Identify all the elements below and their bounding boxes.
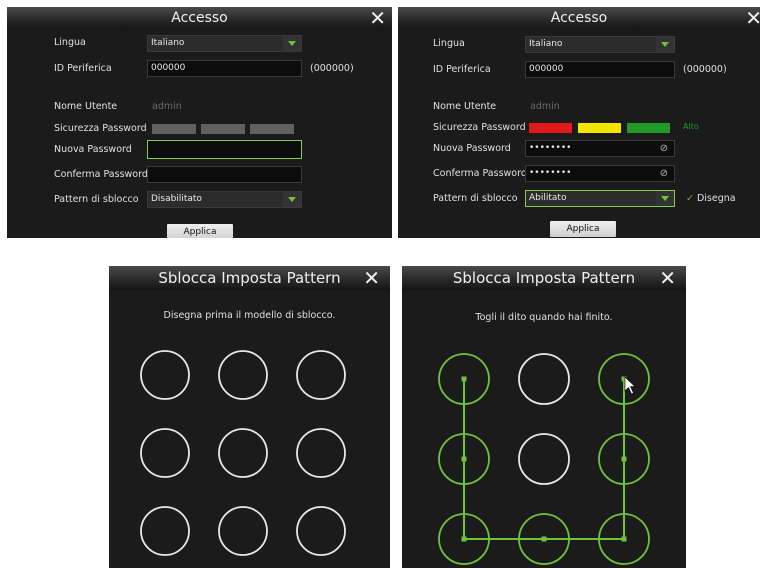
- chevron-down-icon: [283, 192, 301, 207]
- pattern-node-1[interactable]: [140, 350, 190, 400]
- confirm-password-value: ••••••••: [529, 168, 572, 178]
- login-panel-b: Accesso ✕ Lingua Italiano ID Periferica …: [398, 7, 760, 238]
- language-select[interactable]: Italiano: [147, 35, 302, 52]
- pattern-node-dot-6: [621, 456, 627, 462]
- pattern-grid[interactable]: [402, 266, 686, 568]
- strength-bar-1: [152, 124, 196, 134]
- pattern-node-3[interactable]: [296, 350, 346, 400]
- password-strength-label: Sicurezza Password: [54, 123, 147, 134]
- language-select-value: Italiano: [529, 39, 563, 49]
- chevron-down-icon: [656, 191, 674, 206]
- strength-bar-3: [250, 124, 294, 134]
- language-label: Lingua: [54, 37, 86, 48]
- login-panel-a: Accesso ✕ Lingua Italiano ID Periferica …: [7, 7, 392, 238]
- language-select[interactable]: Italiano: [525, 36, 675, 53]
- strength-bar-2: [201, 124, 245, 134]
- pattern-node-dot-9: [621, 536, 627, 542]
- pattern-node-8[interactable]: [218, 506, 268, 556]
- device-id-hint: (000000): [683, 64, 727, 75]
- username-value: admin: [152, 101, 182, 112]
- username-label: Nome Utente: [54, 101, 118, 112]
- pattern-path-line: [463, 379, 625, 540]
- username-label: Nome Utente: [433, 101, 497, 112]
- apply-button[interactable]: Applica: [550, 221, 616, 237]
- dialog-title: Accesso: [171, 10, 228, 26]
- pattern-node-dot-1: [461, 376, 467, 382]
- pattern-panel-b: Sblocca Imposta Pattern ✕ Togli il dito …: [402, 266, 686, 568]
- new-password-label: Nuova Password: [54, 144, 132, 155]
- pattern-node-dot-8: [541, 536, 547, 542]
- pattern-node-6[interactable]: [296, 428, 346, 478]
- language-label: Lingua: [433, 38, 465, 49]
- device-id-label: ID Periferica: [433, 64, 491, 75]
- device-id-value: 000000: [529, 64, 564, 74]
- unlock-pattern-value: Abilitato: [529, 193, 567, 203]
- strength-bar-2: [578, 123, 621, 133]
- new-password-value: ••••••••: [529, 143, 572, 153]
- pattern-node-2[interactable]: [218, 350, 268, 400]
- unlock-pattern-select[interactable]: Abilitato: [525, 190, 675, 207]
- device-id-label: ID Periferica: [54, 63, 112, 74]
- pattern-panel-a: Sblocca Imposta Pattern ✕ Disegna prima …: [109, 266, 390, 568]
- unlock-pattern-label: Pattern di sblocco: [54, 194, 139, 205]
- confirm-password-field[interactable]: [147, 166, 302, 183]
- chevron-down-icon: [283, 36, 301, 51]
- pattern-node-5[interactable]: [518, 433, 570, 485]
- device-id-value: 000000: [151, 63, 186, 73]
- draw-checkbox[interactable]: ✓ Disegna: [686, 193, 736, 204]
- confirm-password-label: Conferma Password: [54, 169, 148, 180]
- unlock-pattern-value: Disabilitato: [151, 194, 202, 204]
- strength-bar-3: [627, 123, 670, 133]
- confirm-password-field[interactable]: •••••••• ⊘: [525, 165, 675, 182]
- confirm-password-label: Conferma Password: [433, 168, 527, 179]
- draw-label: Disegna: [696, 193, 736, 204]
- password-strength-label: Sicurezza Password: [433, 122, 526, 133]
- mouse-cursor-icon: [624, 376, 636, 395]
- pattern-node-2[interactable]: [518, 353, 570, 405]
- pattern-node-dot-7: [461, 536, 467, 542]
- hidden-eye-icon[interactable]: ⊘: [660, 166, 668, 181]
- strength-level-text: Alto: [683, 122, 699, 131]
- checkmark-icon: ✓: [686, 193, 694, 204]
- pattern-grid[interactable]: [109, 266, 390, 568]
- device-id-hint: (000000): [310, 63, 354, 74]
- device-id-field[interactable]: 000000: [525, 61, 675, 78]
- pattern-node-5[interactable]: [218, 428, 268, 478]
- pattern-node-9[interactable]: [296, 506, 346, 556]
- unlock-pattern-select[interactable]: Disabilitato: [147, 191, 302, 208]
- pattern-node-dot-4: [461, 456, 467, 462]
- dialog-title: Accesso: [550, 10, 608, 26]
- dialog-title-bar: Accesso ✕: [398, 7, 760, 29]
- hidden-eye-icon[interactable]: ⊘: [660, 141, 668, 156]
- device-id-field[interactable]: 000000: [147, 60, 302, 77]
- apply-button[interactable]: Applica: [167, 224, 233, 238]
- new-password-field[interactable]: •••••••• ⊘: [525, 140, 675, 157]
- dialog-title-bar: Accesso ✕: [7, 7, 392, 29]
- close-icon[interactable]: ✕: [745, 7, 760, 29]
- unlock-pattern-label: Pattern di sblocco: [433, 193, 518, 204]
- new-password-field[interactable]: [147, 140, 302, 159]
- new-password-label: Nuova Password: [433, 143, 511, 154]
- chevron-down-icon: [656, 37, 674, 52]
- language-select-value: Italiano: [151, 38, 185, 48]
- strength-bar-1: [529, 123, 572, 133]
- pattern-node-4[interactable]: [140, 428, 190, 478]
- close-icon[interactable]: ✕: [369, 7, 386, 29]
- pattern-node-7[interactable]: [140, 506, 190, 556]
- username-value: admin: [530, 101, 560, 112]
